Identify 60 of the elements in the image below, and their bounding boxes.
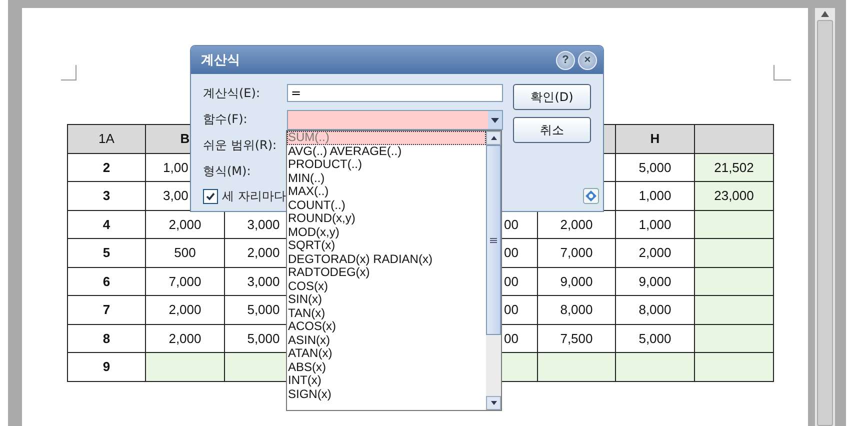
- list-item[interactable]: SIGN(x): [287, 388, 486, 401]
- corner-mark: [61, 65, 77, 81]
- window-title: 계산식: [201, 52, 240, 69]
- field-label: 함수(F):: [203, 111, 248, 128]
- table-cell: 2,000: [146, 324, 225, 353]
- help-icon[interactable]: [583, 188, 599, 204]
- table-cell: 1,000: [616, 182, 695, 210]
- table-cell: 7,000: [146, 268, 225, 296]
- row-header: 4: [68, 210, 146, 239]
- list-item[interactable]: ABS(x): [287, 360, 486, 374]
- field-label: 계산식(E):: [203, 85, 261, 102]
- table-cell: 23,000: [695, 182, 774, 210]
- row-header: 9: [68, 353, 146, 382]
- table-cell: 2,000: [146, 210, 225, 239]
- help-button[interactable]: ?: [556, 50, 575, 70]
- scroll-thumb[interactable]: [817, 20, 833, 426]
- scrollbar[interactable]: [815, 8, 835, 426]
- table-cell: 1,000: [616, 210, 695, 239]
- dialog-button[interactable]: 취소: [513, 117, 591, 143]
- row-header: 2: [68, 154, 146, 182]
- table-cell: 5,000: [616, 154, 695, 182]
- table-cell: 9,000: [616, 268, 695, 296]
- table-cell: 9,000: [538, 268, 616, 296]
- list-item[interactable]: PRODUCT(..): [287, 158, 486, 172]
- corner-mark: [773, 65, 791, 81]
- scroll-up-button[interactable]: [486, 131, 501, 145]
- scrollbar[interactable]: [486, 131, 501, 410]
- column-header: 1A: [68, 125, 146, 154]
- check-icon: [205, 191, 216, 202]
- checkbox[interactable]: [203, 189, 218, 204]
- table-cell: 5,000: [616, 324, 695, 353]
- row-header: 3: [68, 182, 146, 210]
- table-cell: 7,000: [538, 239, 616, 268]
- scroll-up-icon[interactable]: [821, 11, 829, 17]
- scroll-up-icon: [490, 136, 496, 140]
- list-item[interactable]: AVG(..) AVERAGE(..): [287, 144, 486, 158]
- list-item[interactable]: INT(x): [287, 374, 486, 388]
- scroll-thumb[interactable]: [486, 145, 501, 335]
- dialog-button[interactable]: 확인(D): [513, 84, 591, 110]
- table-cell: 2,000: [538, 210, 616, 239]
- list-item[interactable]: MIN(..): [287, 172, 486, 185]
- table-cell: 8,000: [616, 296, 695, 324]
- column-header: H: [616, 125, 695, 154]
- checkbox-label: 세 자리마다: [222, 188, 286, 205]
- list-item[interactable]: MAX(..): [287, 185, 486, 198]
- table-cell: 2,000: [146, 296, 225, 324]
- scroll-down-icon: [490, 401, 496, 405]
- table-cell: 8,000: [538, 296, 616, 324]
- row-header: 6: [68, 268, 146, 296]
- scroll-down-button[interactable]: [486, 396, 501, 410]
- table-cell: 2,000: [616, 239, 695, 268]
- row-header: 5: [68, 239, 146, 268]
- row-header: 7: [68, 296, 146, 324]
- formula-field[interactable]: =: [287, 84, 503, 102]
- table-cell: 500: [146, 239, 225, 268]
- list-item[interactable]: COUNT(..): [287, 198, 486, 212]
- table-cell: 21,502: [695, 154, 774, 182]
- row-header: 8: [68, 324, 146, 353]
- close-button[interactable]: ×: [578, 50, 597, 70]
- table-cell: 7,500: [538, 324, 616, 353]
